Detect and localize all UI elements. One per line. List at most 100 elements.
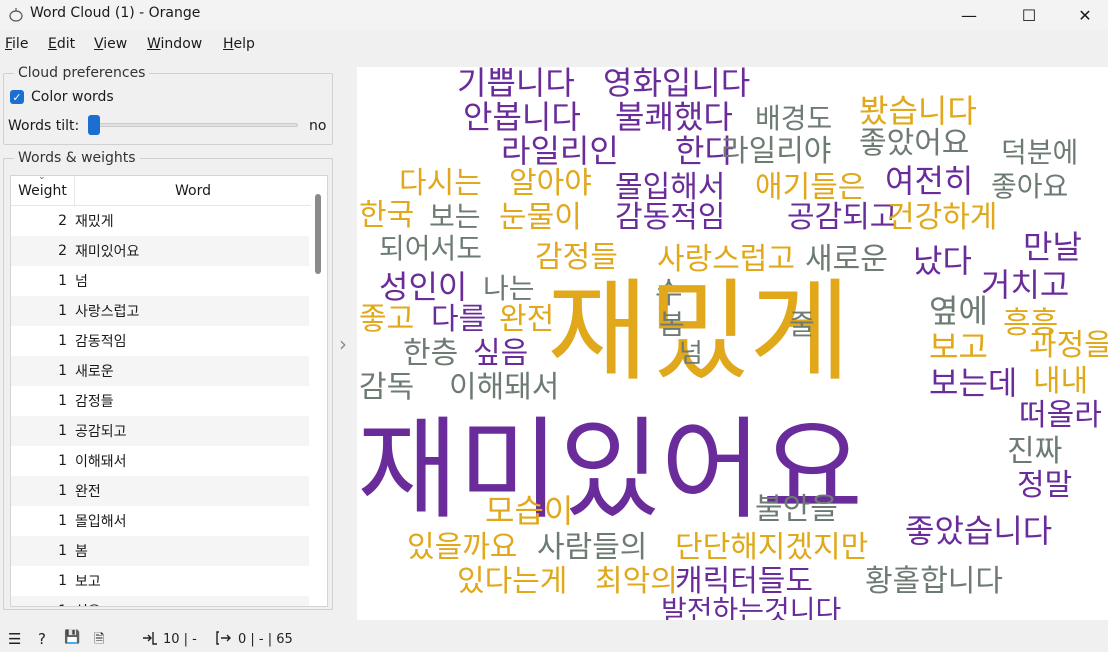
row-weight: 1 xyxy=(58,393,67,409)
hamburger-menu-icon[interactable]: ☰ xyxy=(8,630,21,648)
table-row[interactable]: 1 이해돼서 xyxy=(11,446,309,476)
status-bar: ☰ ? 💾 🗎 10 | - 0 | - | 65 xyxy=(0,626,1108,648)
save-icon[interactable]: 💾 xyxy=(64,630,80,645)
minimize-button[interactable]: — xyxy=(946,0,992,30)
word-column-header[interactable]: Word xyxy=(75,176,311,206)
words-tilt-label: Words tilt: xyxy=(8,118,80,134)
table-row[interactable]: 1넘 xyxy=(11,266,309,296)
row-word: 완전 xyxy=(75,484,101,500)
table-row[interactable]: 1 감정들 xyxy=(11,386,309,416)
cloud-word: 봄 xyxy=(659,308,685,341)
cloud-word: 황홀합니다 xyxy=(865,564,1003,599)
row-word: 감동적임 xyxy=(75,334,127,350)
menu-edit[interactable]: Edit xyxy=(43,36,80,52)
menu-bar: File Edit View Window Help xyxy=(0,32,1108,56)
cloud-word: 이해돼서 xyxy=(449,370,560,405)
cloud-word: 완전 xyxy=(499,302,555,337)
cloud-word: 있을까요 xyxy=(407,530,518,565)
title-bar: Word Cloud (1) - Orange — ☐ ✕ xyxy=(0,0,1108,30)
table-row[interactable]: 1싶음 xyxy=(11,596,309,606)
cloud-word: 몰입해서 xyxy=(615,170,726,205)
row-word: 재밌게 xyxy=(75,214,114,230)
color-words-label[interactable]: Color words xyxy=(31,89,114,105)
cloud-word: 나는 xyxy=(483,272,535,305)
words-tilt-value: no xyxy=(309,118,327,134)
cloud-word: 한층 xyxy=(403,336,459,371)
help-icon[interactable]: ? xyxy=(38,630,46,648)
sort-indicator-icon: ⌄ xyxy=(38,175,46,182)
cloud-word: 줄 xyxy=(789,308,815,341)
menu-view[interactable]: View xyxy=(89,36,132,52)
cloud-word: 봤습니다 xyxy=(859,92,977,130)
table-row[interactable]: 1 감동적임 xyxy=(11,326,309,356)
row-weight: 1 xyxy=(58,303,67,319)
words-weights-title: Words & weights xyxy=(14,150,140,166)
weight-header-label: Weight xyxy=(18,183,67,199)
cloud-word: 캐릭터들도 xyxy=(675,564,813,599)
cloud-word: 옆에 xyxy=(929,292,988,330)
cloud-word: 라일리야 xyxy=(721,134,832,169)
cloud-word: 거치고 xyxy=(981,266,1070,304)
collapse-panel-icon[interactable]: › xyxy=(339,332,347,356)
output-count: 0 | - | 65 xyxy=(238,632,293,647)
cloud-word: 기쁩니다 xyxy=(457,67,575,102)
words-tilt-slider-thumb[interactable] xyxy=(88,115,100,135)
table-row[interactable]: 1 몰입해서 xyxy=(11,506,309,536)
table-row[interactable]: 1 공감되고 xyxy=(11,416,309,446)
words-table[interactable]: ⌄ Weight Word 2 재밌게 2 재미있어요 1 넘 1 사랑스럽고 1 감동적임 1 새로… xyxy=(10,175,328,607)
words-tilt-slider-track[interactable] xyxy=(88,123,298,127)
row-weight: 1 xyxy=(58,453,67,469)
row-word: 보고 xyxy=(75,574,101,590)
input-count: 10 | - xyxy=(163,632,197,647)
cloud-word: 보는 xyxy=(429,200,481,233)
orange-app-icon xyxy=(9,8,23,22)
cloud-word: 덕분에 xyxy=(1001,136,1079,169)
close-button[interactable]: ✕ xyxy=(1062,0,1108,30)
cloud-word: 좋았습니다 xyxy=(905,512,1053,550)
word-cloud-canvas: 기쁩니다 영화입니다 안봅니다 불쾌했다 배경도 봤습니다 좋았어요 라일리인 한다 라일리야 덕분… xyxy=(357,67,1108,620)
menu-help[interactable]: Help xyxy=(218,36,260,52)
weight-column-header[interactable]: ⌄ Weight xyxy=(11,176,75,206)
cloud-word: 모습이 xyxy=(485,492,574,530)
maximize-button[interactable]: ☐ xyxy=(1006,0,1052,30)
row-word: 공감되고 xyxy=(75,424,127,440)
cloud-word: 성인이 xyxy=(379,268,468,306)
cloud-word: 발전하는것니다 xyxy=(661,594,842,621)
row-word: 이해돼서 xyxy=(75,454,127,470)
cloud-word: 내내 xyxy=(1033,364,1089,399)
cloud-word: 건강하게 xyxy=(887,200,998,235)
table-row[interactable]: 1봄 xyxy=(11,536,309,566)
row-word: 봄 xyxy=(75,544,88,560)
row-weight: 2 xyxy=(58,243,67,259)
table-scrollbar[interactable] xyxy=(315,194,321,274)
cloud-preferences-group: Cloud preferences ✓ Color words Words ti… xyxy=(3,65,333,145)
cloud-word: 알아야 xyxy=(509,166,592,201)
table-row[interactable]: 1 완전 xyxy=(11,476,309,506)
row-weight: 1 xyxy=(58,423,67,439)
report-icon[interactable]: 🗎 xyxy=(94,630,104,652)
cloud-word: 넘 xyxy=(679,339,703,369)
row-word: 몰입해서 xyxy=(75,514,127,530)
table-row[interactable]: 1 보고 xyxy=(11,566,309,596)
table-row[interactable]: 2 재미있어요 xyxy=(11,236,309,266)
color-words-row[interactable]: ✓ Color words xyxy=(10,89,114,105)
table-row[interactable]: 1 새로운 xyxy=(11,356,309,386)
row-weight: 1 xyxy=(58,363,67,379)
cloud-word: 단단해지겠지만 xyxy=(675,530,869,565)
table-row[interactable]: 1 사랑스럽고 xyxy=(11,296,309,326)
color-words-checkbox[interactable]: ✓ xyxy=(10,90,24,104)
cloud-word: 떠올라 xyxy=(1019,398,1102,433)
cloud-word: 감독 xyxy=(359,370,415,405)
menu-window[interactable]: Window xyxy=(142,36,207,52)
input-arrow-icon xyxy=(143,632,157,645)
cloud-word: 만날 xyxy=(1023,228,1082,266)
cloud-word: 정말 xyxy=(1017,468,1073,503)
menu-file[interactable]: File xyxy=(0,36,33,52)
cloud-word: 라일리인 xyxy=(501,132,619,170)
row-weight: 1 xyxy=(58,573,67,589)
cloud-word: 과정을 xyxy=(1029,328,1108,363)
cloud-word: 사람들의 xyxy=(537,530,648,565)
table-row[interactable]: 2 재밌게 xyxy=(11,206,309,236)
row-weight: 1 xyxy=(58,543,67,559)
cloud-word: 공감되고 xyxy=(787,200,898,235)
